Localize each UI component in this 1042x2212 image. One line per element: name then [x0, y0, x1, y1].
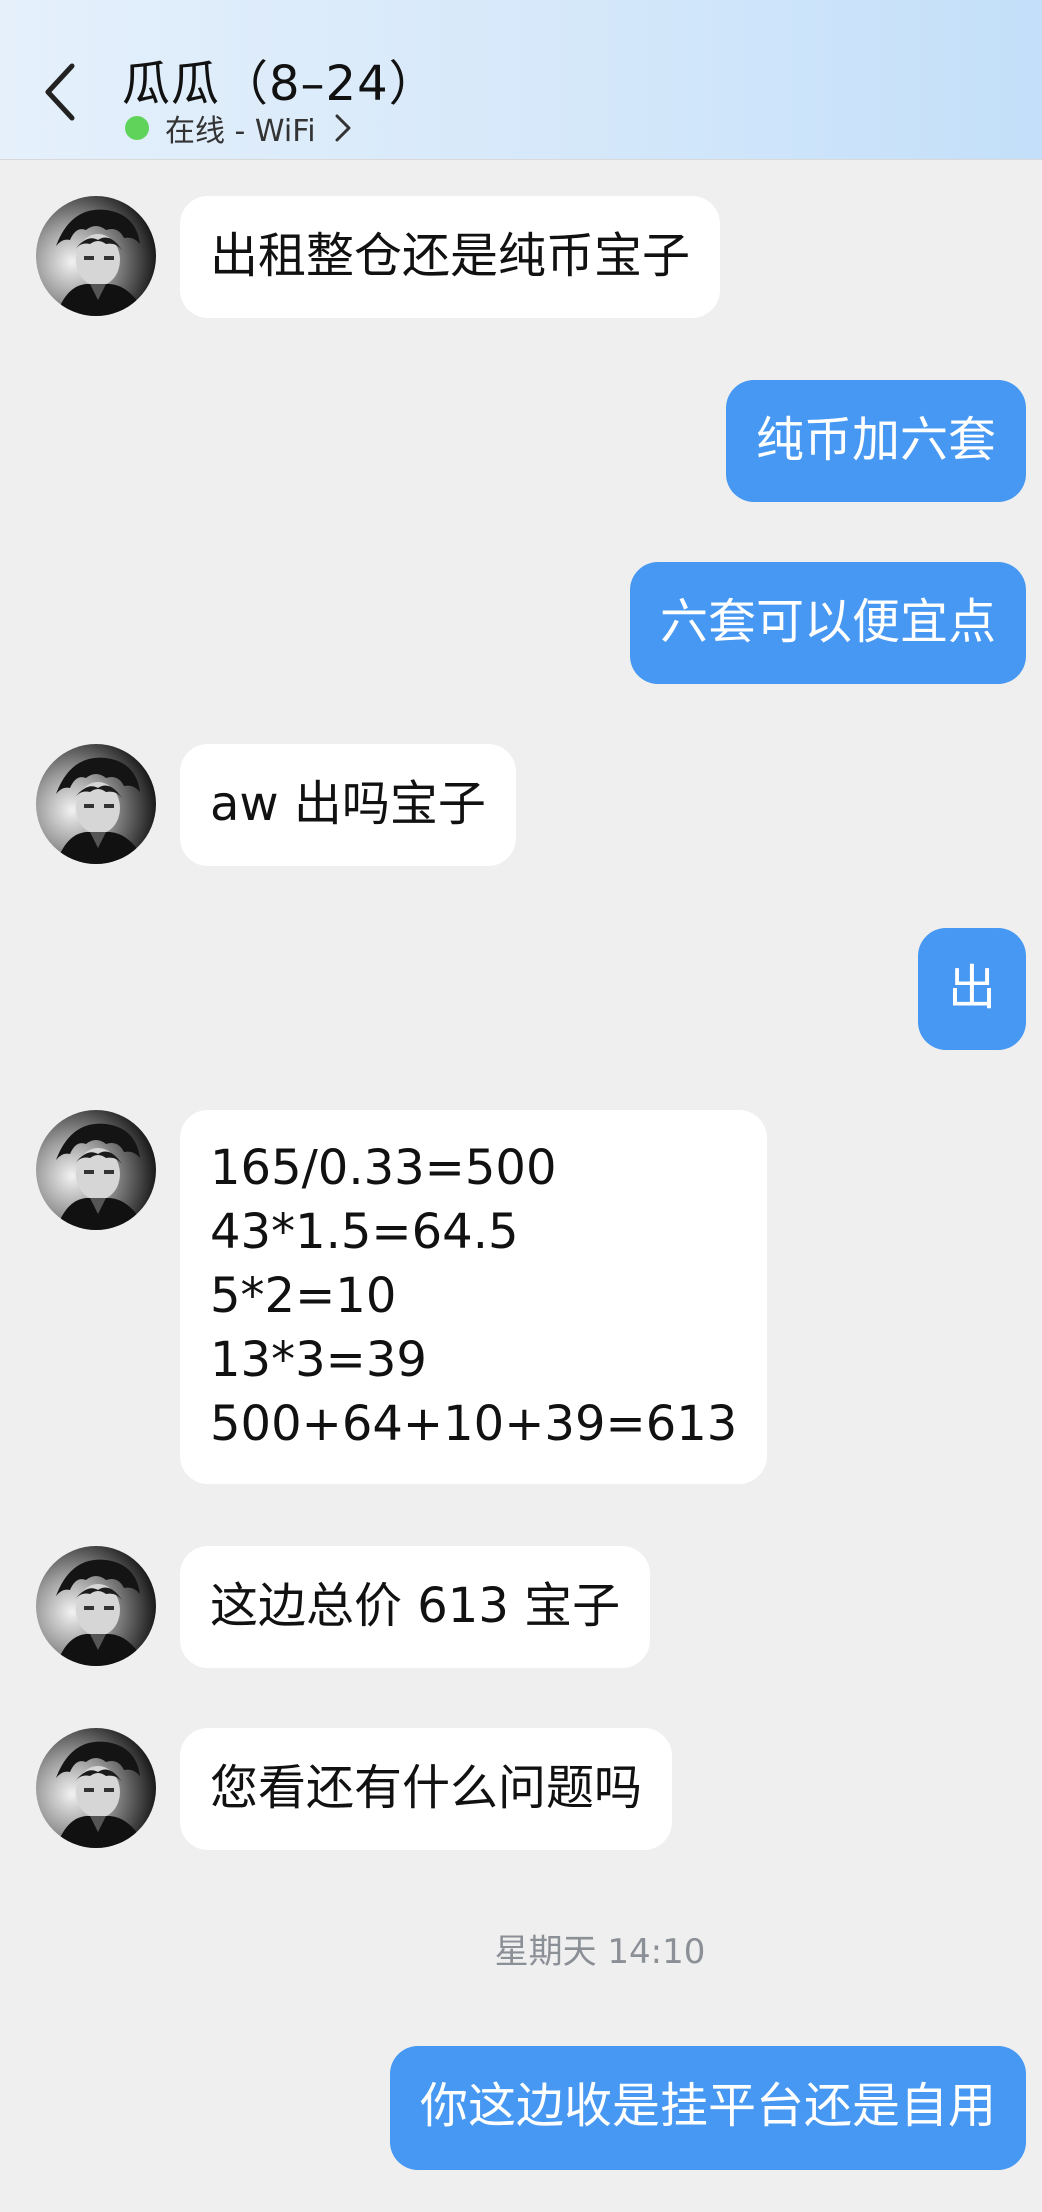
contact-avatar[interactable] — [36, 196, 156, 316]
status-text: 在线 - WiFi — [165, 114, 316, 149]
outgoing-message-bubble[interactable]: 六套可以便宜点 — [629, 562, 1026, 684]
incoming-message-bubble[interactable]: 出租整仓还是纯币宝子 — [180, 196, 721, 318]
outgoing-message-bubble[interactable]: 你这边收是挂平台还是自用 — [389, 2046, 1026, 2170]
outgoing-message-bubble[interactable]: 纯币加六套 — [725, 380, 1026, 502]
contact-avatar[interactable] — [36, 1546, 156, 1666]
incoming-message-bubble[interactable]: 165/0.33=500 43*1.5=64.5 5*2=10 13*3=39 … — [180, 1110, 768, 1484]
incoming-message-bubble[interactable]: 这边总价 613 宝子 — [180, 1546, 651, 1668]
back-button[interactable] — [30, 52, 90, 132]
chevron-left-icon — [45, 63, 75, 121]
outgoing-message-bubble[interactable]: 出 — [917, 928, 1026, 1050]
message-timestamp: 星期天 14:10 — [494, 1932, 706, 1972]
contact-avatar[interactable] — [36, 1110, 156, 1230]
contact-avatar[interactable] — [36, 1728, 156, 1848]
incoming-message-bubble[interactable]: 您看还有什么问题吗 — [180, 1728, 673, 1850]
contact-avatar[interactable] — [36, 744, 156, 864]
incoming-message-bubble[interactable]: aw 出吗宝子 — [180, 744, 516, 866]
chat-header: 瓜瓜（8–24） 在线 - WiFi — [0, 0, 1042, 160]
chevron-right-icon — [334, 113, 352, 143]
online-dot — [125, 116, 149, 140]
chat-title: 瓜瓜（8–24） — [122, 56, 438, 112]
online-status[interactable]: 在线 - WiFi — [125, 108, 352, 149]
